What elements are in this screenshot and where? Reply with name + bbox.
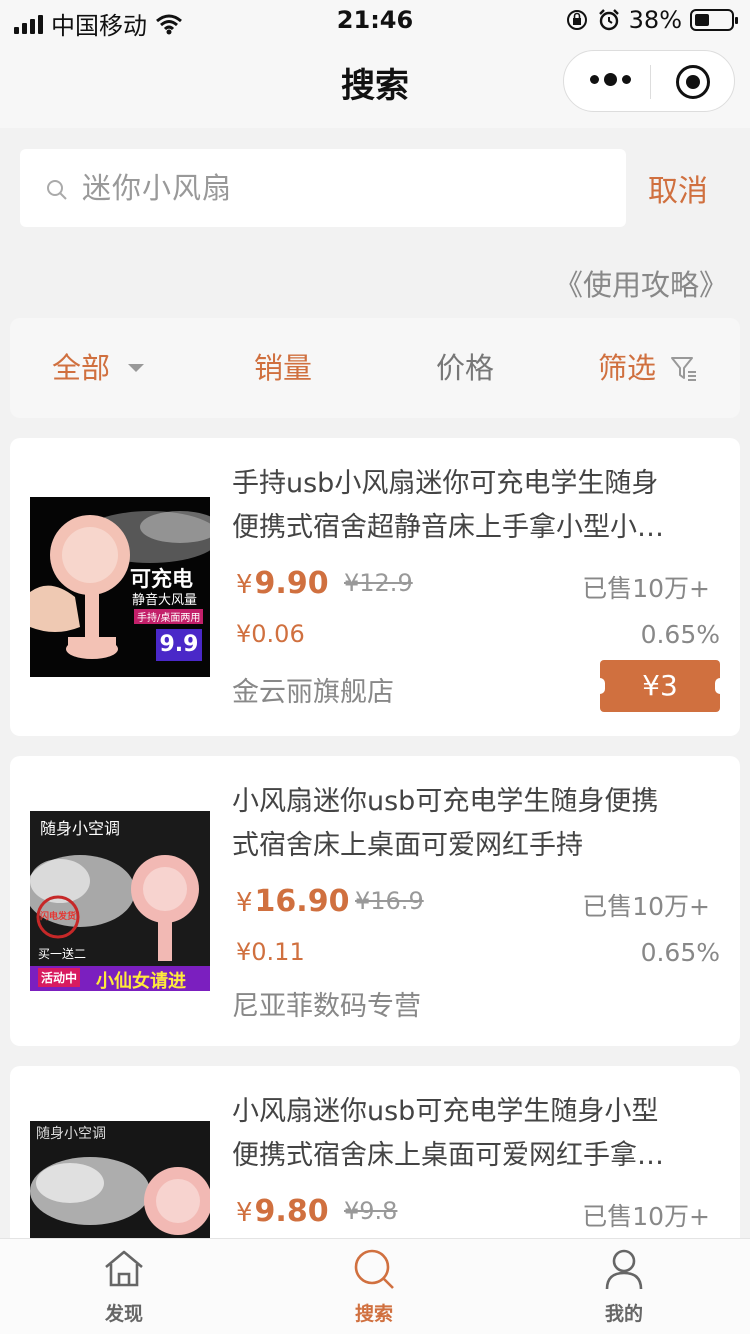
- home-icon: [105, 1250, 143, 1287]
- tab-search[interactable]: 搜索: [314, 1239, 434, 1334]
- filter-price[interactable]: 价格: [436, 318, 494, 418]
- product-title-line2: 式宿舍床上桌面可爱网红手持: [232, 830, 583, 861]
- shop-name: 金云丽旗舰店: [232, 677, 394, 708]
- product-price: ¥9.80: [236, 1194, 329, 1229]
- battery-percent: 38%: [628, 6, 682, 34]
- image-caption-3: 手持/桌面两用: [134, 609, 204, 624]
- search-box[interactable]: 迷你小风扇: [20, 149, 626, 227]
- filter-all[interactable]: 全部: [52, 318, 145, 418]
- original-price: ¥9.8: [344, 1197, 398, 1225]
- search-icon: [47, 180, 67, 200]
- rotation-lock-icon: [566, 10, 587, 30]
- product-title: 小风扇迷你usb可充电学生随身便携 式宿舍床上桌面可爱网红手持: [232, 780, 720, 868]
- tab-mine-label: 我的: [604, 1303, 643, 1325]
- price-value: 9.80: [254, 1194, 329, 1229]
- search-input[interactable]: 迷你小风扇: [82, 149, 232, 227]
- product-title-line1: 小风扇迷你usb可充电学生随身便携: [232, 786, 659, 817]
- product-title: 小风扇迷你usb可充电学生随身小型 便携式宿舍床上桌面可爱网红手拿…: [232, 1090, 720, 1178]
- original-price: ¥12.9: [344, 569, 413, 597]
- currency-symbol: ¥: [236, 570, 253, 600]
- currency-symbol: ¥: [236, 1198, 253, 1228]
- image-caption-2: 静音大风量: [132, 593, 198, 608]
- sold-count: 已售10万+: [582, 892, 710, 921]
- image-caption-top: 随身小空调: [40, 819, 121, 838]
- filter-more[interactable]: 筛选: [598, 318, 656, 418]
- image-banner: 小仙女请进: [96, 971, 186, 991]
- tab-search-label: 搜索: [354, 1303, 393, 1325]
- cancel-button[interactable]: 取消: [648, 166, 708, 210]
- filter-sales[interactable]: 销量: [254, 318, 312, 418]
- user-icon: [605, 1249, 643, 1290]
- caret-down-icon: [128, 364, 145, 372]
- price-value: 9.90: [254, 566, 329, 601]
- more-icon[interactable]: [590, 73, 631, 86]
- original-price: ¥16.9: [355, 887, 424, 915]
- commission: ¥0.06: [236, 620, 305, 648]
- product-title-line1: 小风扇迷你usb可充电学生随身小型: [232, 1096, 659, 1127]
- tab-discover-label: 发现: [104, 1303, 143, 1325]
- image-caption-top: 随身小空调: [36, 1126, 106, 1142]
- status-bar: 中国移动 21:46 38%: [0, 0, 750, 40]
- product-title: 手持usb小风扇迷你可充电学生随身 便携式宿舍超静音床上手拿小型小…: [232, 462, 720, 550]
- product-title-line2: 便携式宿舍床上桌面可爱网红手拿…: [232, 1140, 664, 1171]
- mini-program-capsule: [563, 50, 735, 112]
- filter-all-label: 全部: [52, 351, 111, 385]
- status-right: 38%: [565, 6, 738, 34]
- commission-rate: 0.65%: [640, 938, 720, 967]
- product-card[interactable]: 可充电 静音大风量 手持/桌面两用 9.9 手持usb小风扇迷你可充电学生随身 …: [10, 438, 740, 736]
- coupon-button[interactable]: ¥3: [595, 660, 725, 712]
- tab-discover[interactable]: 发现: [64, 1239, 184, 1334]
- shop-name: 尼亚菲数码专营: [232, 991, 421, 1022]
- image-stamp: 闪电发货: [40, 912, 77, 922]
- product-image: 可充电 静音大风量 手持/桌面两用 9.9: [30, 497, 210, 677]
- usage-guide-link[interactable]: 《使用攻略》: [554, 262, 728, 304]
- sold-count: 已售10万+: [582, 574, 710, 603]
- battery-icon: [690, 9, 738, 31]
- product-price: ¥16.90: [236, 884, 349, 919]
- filter-bar: 全部 销量 价格 筛选: [10, 318, 740, 418]
- alarm-icon: [598, 9, 619, 31]
- product-title-line2: 便携式宿舍超静音床上手拿小型小…: [232, 512, 664, 543]
- capsule-divider: [650, 65, 651, 99]
- tab-mine[interactable]: 我的: [564, 1239, 684, 1334]
- sold-count: 已售10万+: [582, 1202, 710, 1231]
- price-value: 16.90: [254, 884, 350, 919]
- product-card[interactable]: 随身小空调 闪电发货 买一送二 活动中 小仙女请进 小风扇迷你usb可充电学生随…: [10, 756, 740, 1046]
- image-tag: 活动中: [38, 968, 81, 987]
- commission: ¥0.11: [236, 938, 305, 966]
- product-price: ¥9.90: [236, 566, 329, 601]
- currency-symbol: ¥: [236, 888, 253, 918]
- image-promo: 买一送二: [38, 947, 87, 961]
- funnel-icon[interactable]: [670, 354, 698, 382]
- product-title-line1: 手持usb小风扇迷你可充电学生随身: [232, 468, 659, 499]
- tab-bar: 发现 搜索 我的: [0, 1238, 750, 1334]
- commission-rate: 0.65%: [640, 620, 720, 649]
- search-icon: [354, 1249, 394, 1289]
- top-bar: 中国移动 21:46 38% 搜索: [0, 0, 750, 128]
- image-price-badge: 9.9: [156, 629, 202, 661]
- product-image: 随身小空调 闪电发货 买一送二 活动中 小仙女请进: [30, 811, 210, 991]
- close-target-icon[interactable]: [676, 65, 710, 99]
